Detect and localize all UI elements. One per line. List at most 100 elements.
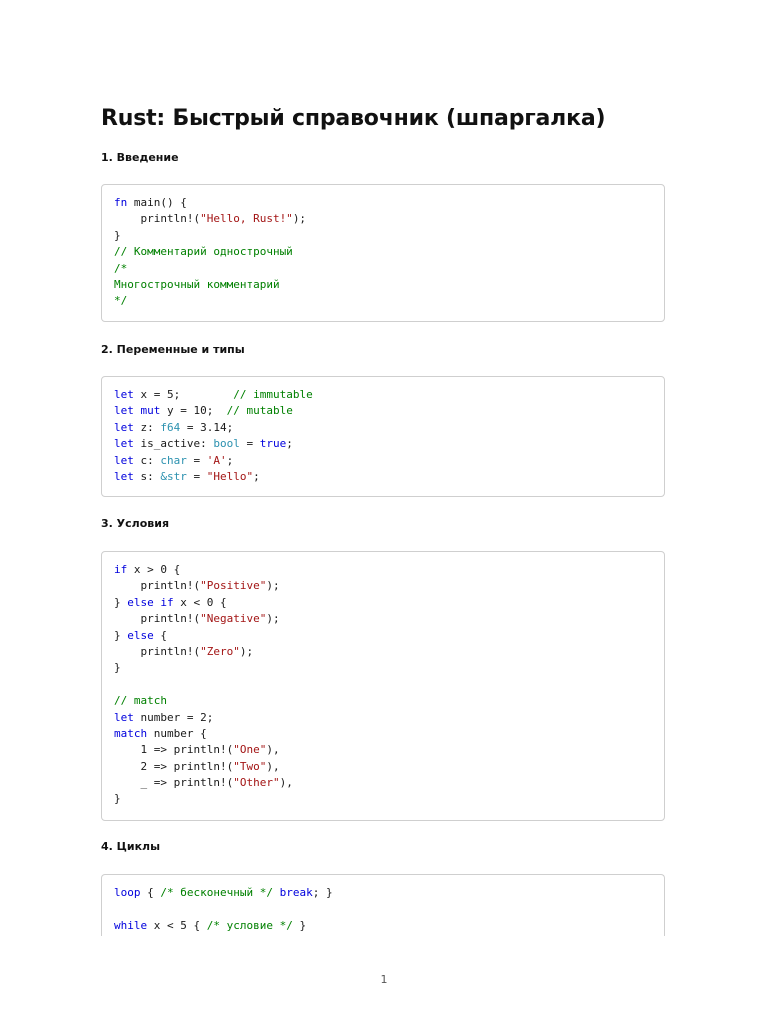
- code-keyword: else: [127, 628, 154, 642]
- code-line: if x > 0 {: [114, 562, 652, 578]
- code-text: ),: [266, 759, 280, 773]
- code-type: bool: [213, 437, 240, 451]
- code-line: }: [114, 228, 652, 244]
- code-text: ),: [279, 776, 293, 790]
- code-text: ;: [253, 469, 260, 483]
- code-string: "Negative": [200, 612, 267, 626]
- code-keyword: break: [279, 886, 313, 899]
- code-string: "Hello": [206, 469, 254, 483]
- code-text: c:: [133, 453, 161, 467]
- code-text: ;: [226, 453, 234, 467]
- section-heading-variables: 2. Переменные и типы: [101, 343, 245, 356]
- code-block-variables: let x = 5; // immutable let mut y = 10; /…: [101, 376, 665, 497]
- code-keyword: while: [114, 918, 148, 932]
- code-block-introduction: fn main() { println!("Hello, Rust!");} //…: [101, 184, 665, 322]
- code-line: let number = 2;: [114, 710, 652, 726]
- code-comment: Многострочный комментарий: [114, 277, 280, 291]
- code-line: }: [114, 660, 652, 676]
- section-heading-introduction: 1. Введение: [101, 151, 179, 164]
- document-page: Rust: Быстрый справочник (шпаргалка) 1. …: [0, 0, 768, 1024]
- section-heading-conditions: 3. Условия: [101, 517, 170, 530]
- code-comment: // immutable: [233, 388, 313, 401]
- code-text: }: [114, 661, 121, 675]
- code-text: {: [140, 886, 161, 899]
- code-comment: // match: [114, 694, 167, 708]
- code-line: println!("Positive");: [114, 578, 652, 594]
- code-line: 2 => println!("Two"),: [114, 759, 652, 775]
- code-keyword: let: [114, 437, 134, 451]
- code-text: }: [114, 628, 128, 642]
- code-text: println!(: [114, 579, 201, 593]
- code-text: );: [239, 644, 254, 658]
- code-line: let s: &str = "Hello";: [114, 469, 652, 485]
- code-line: let x = 5; // immutable: [114, 387, 652, 403]
- code-listing: loop { /* бесконечный */ break; } while x…: [114, 885, 652, 934]
- code-text: x > 0 {: [127, 563, 181, 576]
- code-line: // Комментарий однострочный: [114, 244, 652, 260]
- code-line: loop { /* бесконечный */ break; }: [114, 885, 652, 901]
- code-keyword: let: [114, 420, 134, 434]
- code-text: }: [114, 228, 121, 242]
- code-text: println!(: [114, 612, 201, 626]
- code-line: println!("Zero");: [114, 644, 652, 660]
- code-line: let c: char = 'A';: [114, 453, 652, 469]
- code-line: */: [114, 293, 652, 309]
- code-keyword: true: [259, 437, 287, 451]
- page-number: 1: [380, 973, 388, 986]
- code-keyword: let: [114, 404, 134, 418]
- code-text: 1 => println!(: [114, 743, 234, 757]
- code-keyword: match: [114, 726, 148, 740]
- code-comment: /* условие */: [206, 918, 293, 932]
- code-line: println!("Negative");: [114, 611, 652, 627]
- code-type: f64: [160, 420, 181, 434]
- code-text: );: [266, 579, 280, 593]
- code-listing: if x > 0 { println!("Positive");} else i…: [114, 562, 652, 808]
- code-text: x = 5;: [133, 388, 234, 401]
- code-text: =: [186, 469, 207, 483]
- code-text: }: [114, 595, 128, 609]
- code-keyword: else if: [127, 595, 174, 609]
- code-text: }: [114, 792, 121, 806]
- code-line: println!("Hello, Rust!");: [114, 211, 652, 227]
- code-block-conditions: if x > 0 { println!("Positive");} else i…: [101, 551, 665, 821]
- code-line: fn main() {: [114, 195, 652, 211]
- code-comment: /* бесконечный */: [160, 886, 273, 899]
- code-line: 1 => println!("One"),: [114, 742, 652, 758]
- code-string: "Zero": [200, 644, 240, 658]
- code-line: /*: [114, 261, 652, 277]
- code-text: s:: [133, 469, 161, 483]
- code-text: );: [266, 612, 280, 626]
- code-string: "Other": [233, 776, 280, 790]
- code-text: ),: [266, 743, 280, 757]
- code-text: 2 => println!(: [114, 759, 234, 773]
- code-line: _ => println!("Other"),: [114, 775, 652, 791]
- code-string: "One": [233, 743, 267, 757]
- code-string: 'A': [206, 453, 227, 467]
- code-keyword: let: [114, 710, 134, 724]
- code-line: while x < 5 { /* условие */ }: [114, 918, 652, 934]
- code-type: char: [160, 453, 187, 467]
- code-comment: */: [114, 294, 128, 308]
- code-line: let z: f64 = 3.14;: [114, 420, 652, 436]
- code-text: ; }: [312, 886, 333, 899]
- code-text: is_active:: [133, 437, 214, 451]
- code-line: let mut y = 10; // mutable: [114, 403, 652, 419]
- code-text: x < 0 {: [173, 595, 227, 609]
- code-comment: // Комментарий однострочный: [114, 245, 293, 259]
- code-keyword: let: [114, 388, 134, 401]
- code-line: Многострочный комментарий: [114, 277, 652, 293]
- code-text: );: [292, 212, 307, 226]
- code-keyword: mut: [140, 404, 161, 418]
- code-text: =: [239, 437, 260, 451]
- code-string: "Positive": [200, 579, 267, 593]
- code-comment: // mutable: [226, 404, 293, 418]
- code-listing: let x = 5; // immutable let mut y = 10; /…: [114, 387, 652, 485]
- code-text: ;: [286, 437, 293, 451]
- code-string: "Two": [233, 759, 267, 773]
- code-keyword: fn: [114, 196, 128, 209]
- code-comment: /*: [114, 261, 128, 275]
- code-keyword: let: [114, 469, 134, 483]
- code-line: match number {: [114, 726, 652, 742]
